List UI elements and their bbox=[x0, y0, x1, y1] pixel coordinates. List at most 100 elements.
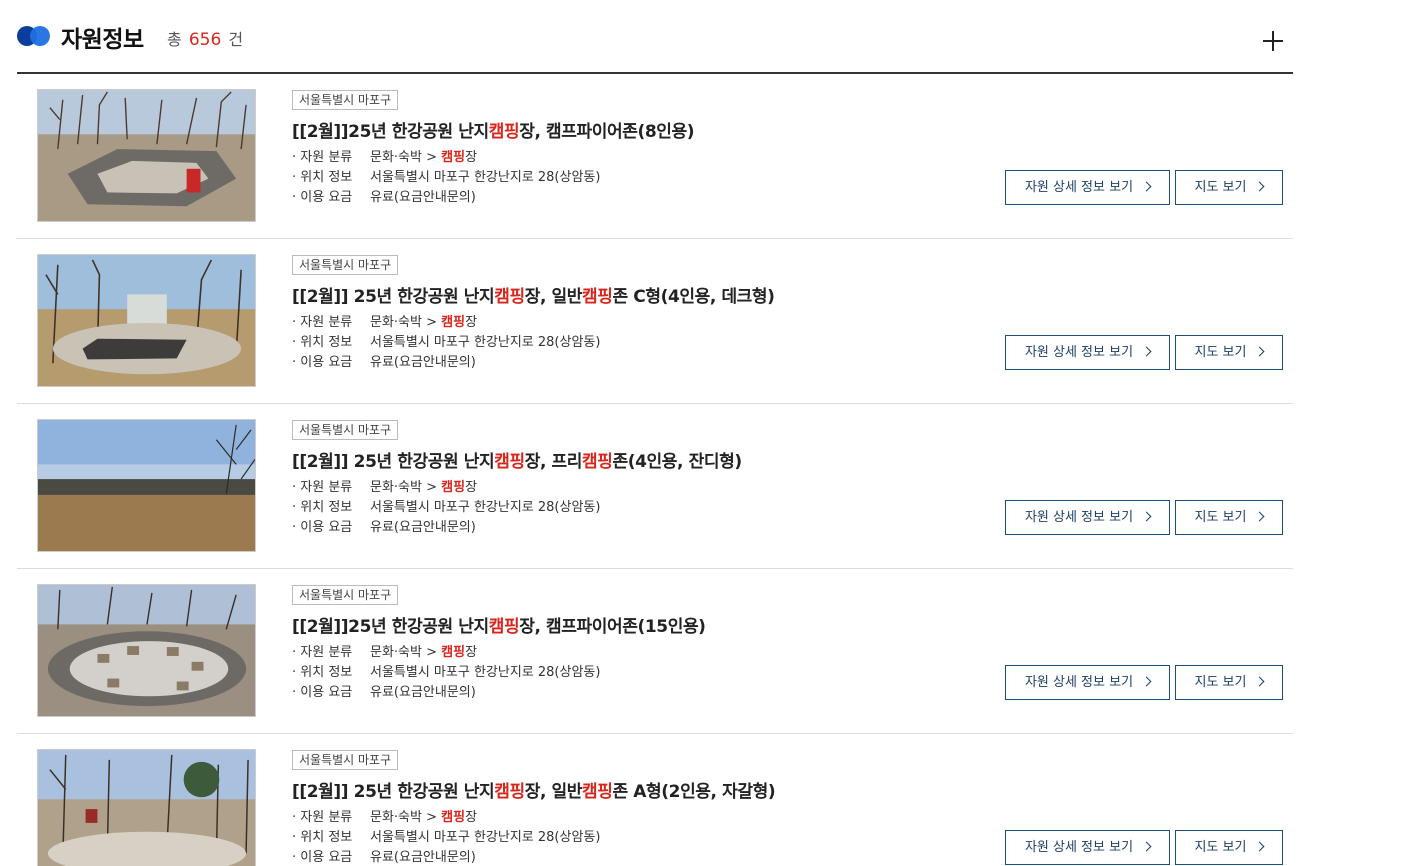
resource-title-link[interactable]: [[2월]] 25년 한강공원 난지캠핑장, 일반캠핑존 A형(2인용, 자갈형… bbox=[292, 777, 776, 802]
resource-list: 서울특별시 마포구 [[2월]]25년 한강공원 난지캠핑장, 캠프파이어존(8… bbox=[17, 74, 1293, 866]
resource-title-link[interactable]: [[2월]]25년 한강공원 난지캠핑장, 캠프파이어존(15인용) bbox=[292, 612, 706, 637]
location-row: 위치 정보서울특별시 마포구 한강난지로 28(상암동) bbox=[292, 333, 600, 353]
category-label: 자원 분류 bbox=[292, 148, 370, 168]
resource-thumbnail[interactable] bbox=[37, 89, 256, 222]
title-highlight: 캠핑 bbox=[582, 452, 613, 472]
resource-thumbnail[interactable] bbox=[37, 749, 256, 866]
title-text: 존(4인용, 잔디형) bbox=[612, 452, 743, 472]
list-item: 서울특별시 마포구 [[2월]] 25년 한강공원 난지캠핑장, 프리캠핑존(4… bbox=[17, 404, 1293, 569]
title-highlight: 캠핑 bbox=[494, 452, 525, 472]
title-highlight: 캠핑 bbox=[494, 782, 525, 802]
section-header: 자원정보 총 656 건 bbox=[17, 0, 1293, 74]
category-value: 문화·숙박 > 캠핑장 bbox=[370, 150, 478, 165]
category-row: 자원 분류문화·숙박 > 캠핑장 bbox=[292, 313, 600, 333]
resource-title-link[interactable]: [[2월]]25년 한강공원 난지캠핑장, 캠프파이어존(8인용) bbox=[292, 117, 695, 142]
fee-row: 이용 요금유료(요금안내문의) bbox=[292, 683, 600, 703]
location-label: 위치 정보 bbox=[292, 828, 370, 848]
list-item: 서울특별시 마포구 [[2월]]25년 한강공원 난지캠핑장, 캠프파이어존(8… bbox=[17, 74, 1293, 239]
fee-label: 이용 요금 bbox=[292, 848, 370, 866]
resource-meta: 자원 분류문화·숙박 > 캠핑장 위치 정보서울특별시 마포구 한강난지로 28… bbox=[292, 313, 600, 373]
fee-value: 유료(요금안내문의) bbox=[370, 685, 476, 700]
category-value: 문화·숙박 > 캠핑장 bbox=[370, 810, 478, 825]
title-text: 존 C형(4인용, 데크형) bbox=[612, 287, 775, 307]
title-text: [[2월]]25년 한강공원 난지 bbox=[292, 617, 489, 637]
location-label: 위치 정보 bbox=[292, 168, 370, 188]
resource-thumbnail[interactable] bbox=[37, 254, 256, 387]
map-view-button[interactable]: 지도 보기 bbox=[1175, 500, 1283, 535]
chevron-right-icon bbox=[1255, 181, 1265, 192]
chevron-right-icon bbox=[1141, 346, 1152, 357]
fee-label: 이용 요금 bbox=[292, 518, 370, 538]
resource-detail-button[interactable]: 자원 상세 정보 보기 bbox=[1005, 665, 1170, 700]
map-view-button[interactable]: 지도 보기 bbox=[1175, 665, 1283, 700]
resource-detail-button[interactable]: 자원 상세 정보 보기 bbox=[1005, 500, 1170, 535]
title-highlight: 캠핑 bbox=[582, 782, 613, 802]
resource-detail-button[interactable]: 자원 상세 정보 보기 bbox=[1005, 830, 1170, 865]
chevron-right-icon bbox=[1255, 841, 1265, 852]
title-text: [[2월]] 25년 한강공원 난지 bbox=[292, 782, 495, 802]
resource-thumbnail[interactable] bbox=[37, 584, 256, 717]
resource-detail-button[interactable]: 자원 상세 정보 보기 bbox=[1005, 335, 1170, 370]
fee-value: 유료(요금안내문의) bbox=[370, 850, 476, 865]
fee-value: 유료(요금안내문의) bbox=[370, 190, 476, 205]
resource-detail-button[interactable]: 자원 상세 정보 보기 bbox=[1005, 170, 1170, 205]
deck-site-photo bbox=[38, 255, 255, 386]
location-value: 서울특별시 마포구 한강난지로 28(상암동) bbox=[370, 335, 601, 350]
result-count-number: 656 bbox=[188, 30, 222, 50]
title-highlight: 캠핑 bbox=[494, 287, 525, 307]
title-text: 장, 일반 bbox=[524, 782, 583, 802]
gravel-site-photo bbox=[38, 750, 255, 866]
location-label: 위치 정보 bbox=[292, 333, 370, 353]
region-tag: 서울특별시 마포구 bbox=[292, 750, 399, 770]
chevron-right-icon bbox=[1141, 511, 1152, 522]
title-text: [[2월]] 25년 한강공원 난지 bbox=[292, 452, 495, 472]
resource-title-link[interactable]: [[2월]] 25년 한강공원 난지캠핑장, 프리캠핑존(4인용, 잔디형) bbox=[292, 447, 742, 472]
fee-label: 이용 요금 bbox=[292, 188, 370, 208]
chevron-right-icon bbox=[1255, 511, 1265, 522]
location-label: 위치 정보 bbox=[292, 498, 370, 518]
location-row: 위치 정보서울특별시 마포구 한강난지로 28(상암동) bbox=[292, 498, 600, 518]
chevron-right-icon bbox=[1141, 841, 1152, 852]
section-title: 자원정보 bbox=[61, 27, 144, 53]
region-tag: 서울특별시 마포구 bbox=[292, 90, 399, 110]
fee-row: 이용 요금유료(요금안내문의) bbox=[292, 848, 600, 866]
lawn-field-photo bbox=[38, 420, 255, 551]
campfire-zone-photo bbox=[38, 90, 255, 221]
expand-plus-icon[interactable] bbox=[1261, 29, 1285, 53]
location-label: 위치 정보 bbox=[292, 663, 370, 683]
title-highlight: 캠핑 bbox=[488, 122, 520, 142]
chevron-right-icon bbox=[1141, 676, 1152, 687]
location-value: 서울특별시 마포구 한강난지로 28(상암동) bbox=[370, 170, 601, 185]
map-view-button[interactable]: 지도 보기 bbox=[1175, 335, 1283, 370]
category-label: 자원 분류 bbox=[292, 808, 370, 828]
location-value: 서울특별시 마포구 한강난지로 28(상암동) bbox=[370, 830, 601, 845]
map-view-button[interactable]: 지도 보기 bbox=[1175, 170, 1283, 205]
category-row: 자원 분류문화·숙박 > 캠핑장 bbox=[292, 643, 600, 663]
category-label: 자원 분류 bbox=[292, 643, 370, 663]
location-value: 서울특별시 마포구 한강난지로 28(상암동) bbox=[370, 665, 601, 680]
category-row: 자원 분류문화·숙박 > 캠핑장 bbox=[292, 148, 600, 168]
title-text: 장, 캠프파이어존(15인용) bbox=[519, 617, 706, 637]
fee-value: 유료(요금안내문의) bbox=[370, 520, 476, 535]
fee-value: 유료(요금안내문의) bbox=[370, 355, 476, 370]
category-row: 자원 분류문화·숙박 > 캠핑장 bbox=[292, 478, 600, 498]
resource-title-link[interactable]: [[2월]] 25년 한강공원 난지캠핑장, 일반캠핑존 C형(4인용, 데크형… bbox=[292, 282, 775, 307]
map-view-button[interactable]: 지도 보기 bbox=[1175, 830, 1283, 865]
title-text: [[2월]]25년 한강공원 난지 bbox=[292, 122, 489, 142]
region-tag: 서울특별시 마포구 bbox=[292, 585, 399, 605]
fee-row: 이용 요금유료(요금안내문의) bbox=[292, 188, 600, 208]
resource-meta: 자원 분류문화·숙박 > 캠핑장 위치 정보서울특별시 마포구 한강난지로 28… bbox=[292, 808, 600, 866]
category-row: 자원 분류문화·숙박 > 캠핑장 bbox=[292, 808, 600, 828]
category-value: 문화·숙박 > 캠핑장 bbox=[370, 645, 478, 660]
title-text: 장, 프리 bbox=[524, 452, 583, 472]
chevron-right-icon bbox=[1255, 346, 1265, 357]
title-text: 장, 일반 bbox=[524, 287, 583, 307]
chevron-right-icon bbox=[1141, 181, 1152, 192]
location-value: 서울특별시 마포구 한강난지로 28(상암동) bbox=[370, 500, 601, 515]
fee-label: 이용 요금 bbox=[292, 683, 370, 703]
resource-thumbnail[interactable] bbox=[37, 419, 256, 552]
resource-meta: 자원 분류문화·숙박 > 캠핑장 위치 정보서울특별시 마포구 한강난지로 28… bbox=[292, 643, 600, 703]
category-value: 문화·숙박 > 캠핑장 bbox=[370, 480, 478, 495]
category-value: 문화·숙박 > 캠핑장 bbox=[370, 315, 478, 330]
resource-meta: 자원 분류문화·숙박 > 캠핑장 위치 정보서울특별시 마포구 한강난지로 28… bbox=[292, 478, 600, 538]
